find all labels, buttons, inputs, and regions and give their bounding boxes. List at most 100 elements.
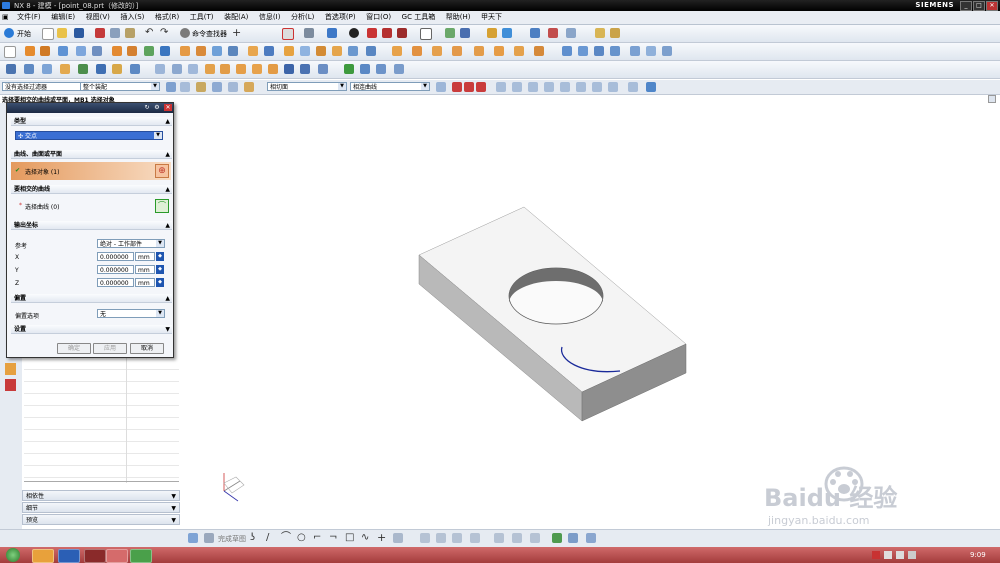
- boss-icon[interactable]: [76, 46, 86, 56]
- group-face-icon[interactable]: [662, 46, 672, 56]
- helix-icon[interactable]: [172, 64, 182, 74]
- preview-section[interactable]: 预览 ▼: [22, 514, 180, 525]
- sketch-plane-icon[interactable]: [4, 46, 16, 58]
- trim-body-icon[interactable]: [160, 46, 170, 56]
- menu-insert[interactable]: 插入(S): [116, 11, 148, 24]
- save-icon[interactable]: [74, 28, 84, 38]
- windows-start-icon[interactable]: [6, 548, 20, 562]
- face-analysis-icon[interactable]: [382, 28, 392, 38]
- unsuppress-feature-icon[interactable]: [494, 46, 504, 56]
- orient-view-icon[interactable]: [304, 28, 314, 38]
- edge-blend-icon[interactable]: [180, 46, 190, 56]
- subtract-icon[interactable]: [127, 46, 137, 56]
- sketch-fillet-icon[interactable]: ⌐: [313, 533, 323, 543]
- list-item[interactable]: [24, 382, 179, 394]
- tray-ime-icon[interactable]: [908, 551, 916, 559]
- menu-custom[interactable]: 甲天下: [477, 11, 506, 24]
- output-group-header[interactable]: 输出坐标 ▲: [11, 221, 172, 230]
- extract-curve-icon[interactable]: [268, 64, 278, 74]
- spline-icon[interactable]: [155, 64, 165, 74]
- curve-group-header[interactable]: 曲线、曲面或平面 ▲: [11, 150, 172, 159]
- replay-icon[interactable]: [534, 46, 544, 56]
- wcs-icon[interactable]: [460, 28, 470, 38]
- dialog-title-bar[interactable]: ↻ ⚙ ✕: [7, 103, 173, 113]
- feature-selection-icon[interactable]: [196, 82, 206, 92]
- mirror-icon[interactable]: [264, 46, 274, 56]
- open-file-icon[interactable]: [57, 28, 67, 38]
- pole-point-icon[interactable]: [592, 82, 602, 92]
- apply-button[interactable]: 应用: [93, 343, 127, 354]
- intersection-point-icon[interactable]: [496, 82, 506, 92]
- reset-icon[interactable]: ↻: [143, 104, 151, 111]
- arc-icon[interactable]: [130, 64, 140, 74]
- menu-information[interactable]: 信息(I): [255, 11, 285, 24]
- face-rule-icon[interactable]: [212, 82, 222, 92]
- roles-tab-icon[interactable]: [5, 379, 16, 391]
- curve-select-icon[interactable]: ⌒: [155, 199, 169, 213]
- constrain-face-icon[interactable]: [646, 46, 656, 56]
- cancel-button[interactable]: 取消: [130, 343, 164, 354]
- menu-analysis[interactable]: 分析(L): [287, 11, 318, 24]
- x-input[interactable]: 0.000000: [97, 252, 134, 261]
- offset-face-icon[interactable]: [284, 46, 294, 56]
- menu-tools[interactable]: 工具(T): [186, 11, 218, 24]
- arc-center-icon[interactable]: [512, 82, 522, 92]
- sketch-line-icon[interactable]: /: [266, 533, 276, 543]
- sketch-spline-icon[interactable]: ∿: [361, 533, 371, 543]
- snap-settings-icon[interactable]: [628, 82, 638, 92]
- list-item[interactable]: [24, 466, 179, 478]
- close-button[interactable]: ✕: [986, 1, 998, 11]
- reorder-feature-icon[interactable]: [452, 46, 462, 56]
- dialog-close-icon[interactable]: ✕: [164, 104, 172, 111]
- join-curve-icon[interactable]: [360, 64, 370, 74]
- point-on-curve-icon[interactable]: [560, 82, 570, 92]
- point-on-face-icon[interactable]: [576, 82, 586, 92]
- shell-icon[interactable]: [212, 46, 222, 56]
- pocket-icon[interactable]: [92, 46, 102, 56]
- intersection-curve-icon[interactable]: [236, 64, 246, 74]
- command-finder-button[interactable]: 命令查找器: [192, 29, 227, 39]
- menu-window[interactable]: 窗口(O): [362, 11, 395, 24]
- scope-select[interactable]: 整个装配 ▼: [80, 82, 160, 91]
- control-point-icon[interactable]: [476, 82, 486, 92]
- chamfer-icon[interactable]: [196, 46, 206, 56]
- measure-angle-icon[interactable]: [610, 28, 620, 38]
- menu-file[interactable]: 文件(F): [13, 11, 45, 24]
- offset-select[interactable]: 无 ▼: [97, 309, 165, 318]
- browser-task-icon[interactable]: [130, 549, 152, 563]
- edit-feature-icon[interactable]: [412, 46, 422, 56]
- divide-curve-icon[interactable]: [300, 64, 310, 74]
- menu-format[interactable]: 格式(R): [151, 11, 183, 24]
- snap-point-icon[interactable]: [436, 82, 446, 92]
- select-all-icon[interactable]: [166, 82, 176, 92]
- general-selection-icon[interactable]: [180, 82, 190, 92]
- make-corner-icon[interactable]: [452, 533, 462, 543]
- sketch-circle-icon[interactable]: ○: [297, 533, 307, 543]
- history-tab-icon[interactable]: [5, 363, 16, 375]
- word-task-icon[interactable]: [58, 549, 80, 563]
- edit-curve-icon[interactable]: [318, 64, 328, 74]
- datum-csys-icon[interactable]: [6, 64, 16, 74]
- quick-extend-icon[interactable]: [436, 533, 446, 543]
- z-input[interactable]: 0.000000: [97, 278, 134, 287]
- mid-point-icon[interactable]: [464, 82, 474, 92]
- profile-icon[interactable]: ʖ: [250, 533, 260, 543]
- unite-icon[interactable]: [112, 46, 122, 56]
- menu-assembly[interactable]: 装配(A): [220, 11, 252, 24]
- mirror-curve-icon[interactable]: [470, 533, 480, 543]
- measure-distance-icon[interactable]: [595, 28, 605, 38]
- curve-rule-icon[interactable]: [228, 82, 238, 92]
- existing-point-icon[interactable]: [544, 82, 554, 92]
- offset-region-icon[interactable]: [594, 46, 604, 56]
- scale-body-icon[interactable]: [316, 46, 326, 56]
- details-section[interactable]: 细节 ▼: [22, 502, 180, 513]
- select-curve-row[interactable]: * 选择曲线 (0) ⌒: [11, 197, 171, 215]
- y-spinner-icon[interactable]: ◆: [156, 265, 164, 274]
- menu-preferences[interactable]: 首选项(P): [321, 11, 360, 24]
- menu-gc-toolkit[interactable]: GC 工具箱: [398, 11, 440, 24]
- intersect-icon[interactable]: [144, 46, 154, 56]
- fit-view-icon[interactable]: [282, 28, 294, 40]
- curve-rule-select[interactable]: 相连曲线 ▼: [350, 82, 430, 91]
- tray-volume-icon[interactable]: [896, 551, 904, 559]
- collapse-icon[interactable]: ⚙: [153, 104, 161, 111]
